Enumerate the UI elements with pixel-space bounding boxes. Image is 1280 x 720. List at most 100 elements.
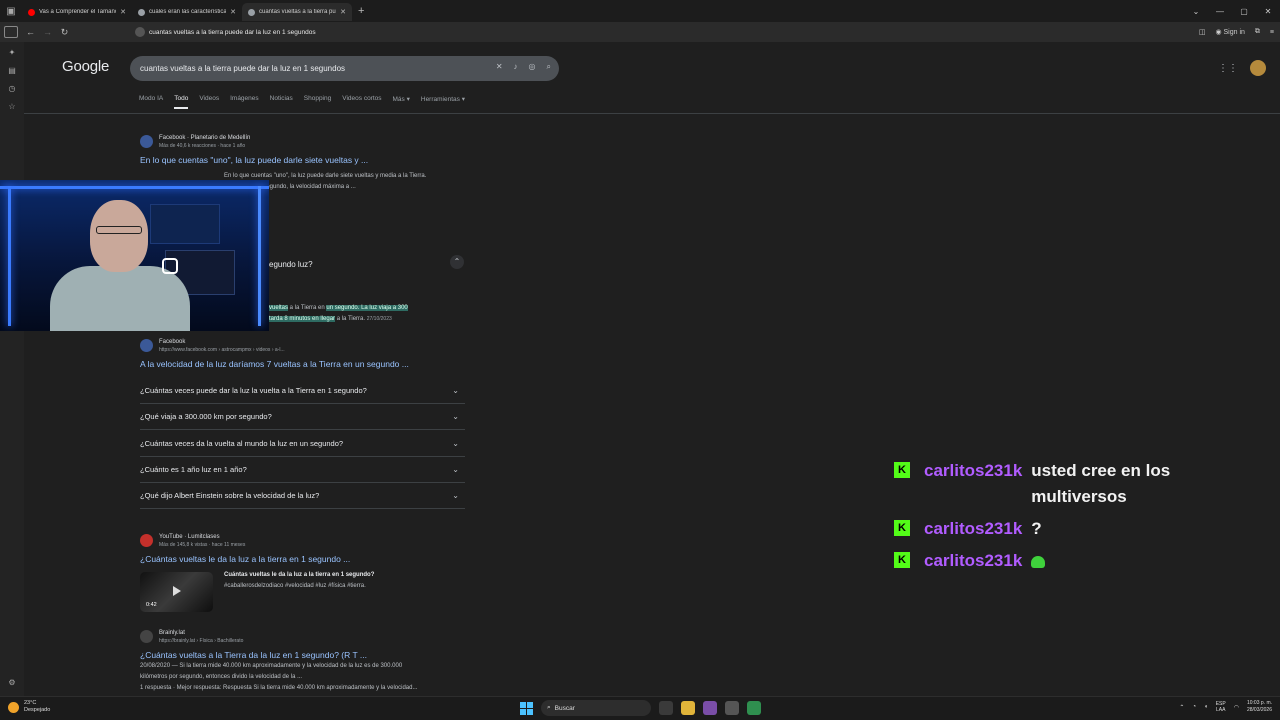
google-apps-icon[interactable]: ⋮⋮	[1218, 63, 1238, 74]
paa-question[interactable]: ¿Cuánto es 1 año luz en 1 año? ⌄	[140, 457, 465, 483]
sign-in-button[interactable]: ◉ Sign in	[1215, 28, 1244, 36]
network-icon[interactable]: ◔	[1192, 704, 1196, 710]
sidebar-toggle-icon[interactable]	[4, 26, 18, 38]
tab-actions-icon[interactable]: ▣	[0, 0, 22, 22]
task-view-icon[interactable]	[659, 701, 673, 715]
tab-todo[interactable]: Todo	[174, 95, 189, 109]
menu-icon[interactable]: ≡	[1270, 29, 1274, 36]
extensions-icon[interactable]: ⧉	[1255, 28, 1260, 36]
volume-icon[interactable]: ◖	[1204, 704, 1208, 710]
chat-message: K carlitos231k usted cree en los multive…	[894, 458, 1224, 510]
featured-text: a la Tierra.	[335, 316, 367, 322]
microphone-icon[interactable]: ♪	[514, 62, 518, 72]
search-query: cuantas vueltas a la tierra puede dar la…	[140, 64, 346, 73]
store-icon[interactable]	[725, 701, 739, 715]
weather-widget[interactable]: 23°C Despejado	[8, 700, 50, 714]
youtube-icon	[140, 534, 153, 547]
chevron-down-icon: ⌄	[452, 412, 459, 421]
close-tab-icon[interactable]: ✕	[230, 8, 236, 16]
shelf	[150, 204, 220, 244]
browser-tab-3[interactable]: cuantas vueltas a la tierra pue ✕	[242, 3, 352, 21]
forward-icon[interactable]: →	[39, 27, 56, 37]
tab-herramientas[interactable]: Herramientas ▾	[421, 95, 465, 109]
new-tab-button[interactable]: +	[358, 5, 364, 17]
windows-taskbar: 23°C Despejado ⌕ Buscar ⌃ ◔ ◖ ESP LAA ◠ …	[0, 696, 1280, 720]
tab-imagenes[interactable]: Imágenes	[230, 95, 259, 109]
sun-icon	[8, 701, 19, 713]
result-source[interactable]: Facebook · Planetario de Medellín	[159, 134, 250, 142]
tab-mas[interactable]: Más ▾	[393, 95, 410, 109]
avatar[interactable]	[1250, 60, 1266, 76]
clock[interactable]: 10:03 p. m. 28/03/2026	[1247, 700, 1272, 714]
video-thumbnail[interactable]: 0:42	[140, 572, 213, 612]
paa-question[interactable]: ¿Qué dijo Albert Einstein sobre la veloc…	[140, 483, 465, 509]
lens-icon[interactable]: ◎	[529, 62, 536, 72]
close-window-icon[interactable]: ✕	[1256, 7, 1280, 16]
chat-text: ?	[1031, 519, 1042, 538]
kick-badge-icon: K	[894, 552, 910, 568]
chevron-up-icon[interactable]: ⌃	[450, 255, 464, 269]
paa-text: ¿Qué dijo Albert Einstein sobre la veloc…	[140, 491, 320, 500]
browser-tab-2[interactable]: cuáles eran las características d ✕	[132, 3, 242, 21]
youtube-favicon-icon	[28, 8, 35, 16]
led-strip	[8, 186, 11, 326]
chat-text: usted cree en los multiversos	[1031, 461, 1171, 506]
google-favicon-icon	[248, 8, 255, 16]
tab-list-icon[interactable]: ⌄	[1184, 7, 1208, 16]
minimize-icon[interactable]: —	[1208, 7, 1232, 16]
wifi-icon[interactable]: ◠	[1234, 704, 1239, 711]
tab-label: cuantas vueltas a la tierra pue	[259, 9, 337, 15]
search-input[interactable]: cuantas vueltas a la tierra puede dar la…	[130, 56, 559, 81]
close-tab-icon[interactable]: ✕	[340, 8, 346, 16]
result-source[interactable]: Brainly.lat	[159, 629, 243, 637]
search-icon[interactable]: ⌕	[547, 62, 551, 72]
streamer-body	[50, 266, 190, 331]
result-title[interactable]: A la velocidad de la luz daríamos 7 vuel…	[140, 359, 470, 369]
tab-videos-cortos[interactable]: Videos cortos	[342, 95, 381, 109]
search-result: Facebook https://www.facebook.com › astr…	[140, 338, 470, 369]
browser-icon[interactable]	[703, 701, 717, 715]
paa-question[interactable]: ¿Qué viaja a 300.000 km por segundo? ⌄	[140, 404, 465, 430]
taskbar-search[interactable]: ⌕ Buscar	[541, 700, 651, 716]
site-info-icon[interactable]	[135, 27, 145, 37]
file-explorer-icon[interactable]	[681, 701, 695, 715]
tab-shopping[interactable]: Shopping	[304, 95, 331, 109]
wallet-icon[interactable]: ▤	[0, 66, 24, 78]
language-indicator[interactable]: ESP LAA	[1216, 701, 1226, 713]
screenshot-icon[interactable]: ◫	[1199, 28, 1206, 36]
browser-sidebar: ✦ ▤ ◷ ☆ ⚙	[0, 42, 24, 696]
back-icon[interactable]: ←	[22, 27, 39, 37]
paa-question[interactable]: ¿Cuántas veces puede dar la luz la vuelt…	[140, 378, 465, 404]
microphone	[162, 258, 178, 274]
history-icon[interactable]: ◷	[0, 84, 24, 96]
clear-icon[interactable]: ✕	[496, 62, 503, 72]
ai-sparkle-icon[interactable]: ✦	[0, 48, 24, 60]
tab-videos[interactable]: Videos	[199, 95, 219, 109]
featured-snippet: vueltas a la Tierra en un segundo. La lu…	[269, 303, 469, 325]
maximize-icon[interactable]: ▢	[1232, 7, 1256, 16]
settings-gear-icon[interactable]: ⚙	[0, 678, 24, 690]
tray-overflow-icon[interactable]: ⌃	[1179, 704, 1184, 711]
tab-modo-ia[interactable]: Modo IA	[139, 95, 163, 109]
result-meta: https://www.facebook.com › astrocampmx ›…	[159, 347, 285, 353]
highlight: un segundo. La luz viaja a 300	[326, 305, 408, 311]
close-tab-icon[interactable]: ✕	[120, 8, 126, 16]
system-tray: ⌃ ◔ ◖ ESP LAA ◠ 10:03 p. m. 28/03/2026	[1179, 700, 1272, 714]
reload-icon[interactable]: ↻	[56, 27, 73, 38]
bookmarks-icon[interactable]: ☆	[0, 102, 24, 114]
result-title[interactable]: En lo que cuentas "uno", la luz puede da…	[140, 155, 470, 165]
url-field[interactable]: cuantas vueltas a la tierra puede dar la…	[135, 25, 1125, 39]
result-snippet: Cuántas vueltas le da la luz a la tierra…	[224, 570, 474, 592]
tab-noticias[interactable]: Noticias	[270, 95, 293, 109]
search-icon: ⌕	[547, 704, 551, 711]
paa-question[interactable]: ¿Cuántas veces da la vuelta al mundo la …	[140, 431, 465, 457]
app-icon[interactable]	[747, 701, 761, 715]
result-source[interactable]: YouTube · Lumitclases	[159, 533, 245, 541]
google-logo[interactable]: Google	[62, 58, 109, 75]
windows-start-icon[interactable]	[520, 701, 533, 715]
result-title[interactable]: ¿Cuántas vueltas le da la luz a la tierr…	[140, 554, 470, 564]
result-title[interactable]: ¿Cuántas vueltas a la Tierra da la luz e…	[140, 650, 470, 660]
result-source[interactable]: Facebook	[159, 338, 285, 346]
browser-tab-1[interactable]: Vas a Comprender el Tamaño de ✕	[22, 3, 132, 21]
featured-question[interactable]: egundo luz?	[269, 254, 469, 272]
